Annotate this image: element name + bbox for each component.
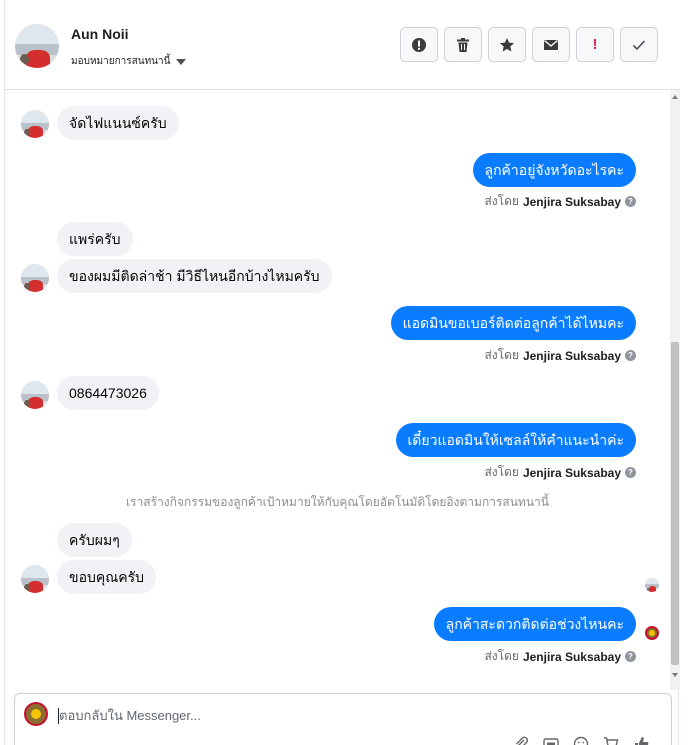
scroll-thumb[interactable] <box>671 342 679 665</box>
assign-label: มอบหมายการสนทนานี้ <box>71 56 171 67</box>
check-icon <box>632 39 646 50</box>
gif-icon[interactable] <box>543 736 559 745</box>
sent-by-label: ส่งโดย Jenjira Suksabay ? <box>484 192 636 211</box>
mark-unread-button[interactable] <box>532 27 570 62</box>
sent-by-prefix: ส่งโดย <box>484 194 519 208</box>
page-avatar <box>24 702 48 726</box>
mail-icon <box>544 39 558 50</box>
scroll-up-arrow-icon[interactable] <box>670 90 680 104</box>
incoming-message[interactable]: ของผมมีติดล่าช้า มีวิธีไหนอีกบ้างไหมครับ <box>57 259 332 293</box>
contact-avatar-small <box>21 381 49 409</box>
app: Aun Noii มอบหมายการสนทนานี้ ! จัดไฟแนนซ์… <box>0 0 691 745</box>
incoming-message[interactable]: แพร่ครับ <box>57 222 133 256</box>
contact-name[interactable]: Aun Noii <box>71 26 129 42</box>
sent-by-agent: Jenjira Suksabay <box>522 649 621 664</box>
sent-by-agent: Jenjira Suksabay <box>522 194 621 209</box>
caret-down-icon <box>176 58 187 65</box>
seen-indicator-avatar <box>645 578 659 592</box>
reply-composer <box>14 693 672 745</box>
alert-icon <box>412 37 426 52</box>
mark-follow-up-button[interactable] <box>400 27 438 62</box>
trash-icon <box>457 37 469 52</box>
like-icon[interactable] <box>633 736 649 745</box>
conversation-header: Aun Noii มอบหมายการสนทนานี้ ! <box>5 0 680 90</box>
assign-dropdown[interactable]: มอบหมายการสนทนานี้ <box>71 54 187 69</box>
page-avatar-small <box>645 626 659 640</box>
system-notice: เราสร้างกิจกรรมของลูกค้าเป้าหมายให้กับคุ… <box>126 495 549 509</box>
mark-done-button[interactable] <box>620 27 658 62</box>
incoming-message[interactable]: จัดไฟแนนซ์ครับ <box>57 106 179 140</box>
sent-by-label: ส่งโดย Jenjira Suksabay ? <box>484 346 636 365</box>
reply-input[interactable] <box>59 708 479 723</box>
star-icon <box>499 37 515 51</box>
delete-button[interactable] <box>444 27 482 62</box>
info-icon[interactable]: ? <box>625 651 636 662</box>
emoji-icon[interactable] <box>573 736 589 745</box>
conversation-panel: Aun Noii มอบหมายการสนทนานี้ ! จัดไฟแนนซ์… <box>4 0 680 745</box>
contact-avatar-small <box>21 264 49 292</box>
scroll-down-arrow-icon[interactable] <box>670 668 680 682</box>
outgoing-message[interactable]: ลูกค้าอยู่จังหวัดอะไรคะ <box>472 153 636 187</box>
sent-by-prefix: ส่งโดย <box>484 465 519 479</box>
star-button[interactable] <box>488 27 526 62</box>
outgoing-message[interactable]: ลูกค้าสะดวกติดต่อช่วงไหนคะ <box>433 607 636 641</box>
contact-avatar-small <box>21 110 49 138</box>
sent-by-agent: Jenjira Suksabay <box>522 348 621 363</box>
sent-by-label: ส่งโดย Jenjira Suksabay ? <box>484 463 636 482</box>
info-icon[interactable]: ? <box>625 350 636 361</box>
attach-icon[interactable] <box>513 736 529 745</box>
contact-avatar-small <box>21 565 49 593</box>
composer-toolbar <box>513 736 649 745</box>
contact-avatar[interactable] <box>15 24 59 68</box>
sent-by-agent: Jenjira Suksabay <box>522 465 621 480</box>
sent-by-prefix: ส่งโดย <box>484 649 519 663</box>
spam-icon: ! <box>592 36 598 53</box>
conversation-toolbar: ! <box>400 27 658 62</box>
info-icon[interactable]: ? <box>625 196 636 207</box>
mark-spam-button[interactable]: ! <box>576 27 614 62</box>
cart-icon[interactable] <box>603 736 619 745</box>
sent-by-label: ส่งโดย Jenjira Suksabay ? <box>484 647 636 666</box>
outgoing-message[interactable]: แอดมินขอเบอร์ติดต่อลูกค้าได้ไหมคะ <box>390 306 636 340</box>
incoming-message[interactable]: ครับผมๆ <box>57 523 132 557</box>
outgoing-message[interactable]: เดี๋ยวแอดมินให้เซลล์ให้คำแนะนำค่ะ <box>395 423 636 457</box>
incoming-message[interactable]: 0864473026 <box>57 376 159 410</box>
info-icon[interactable]: ? <box>625 467 636 478</box>
incoming-message[interactable]: ขอบคุณครับ <box>57 560 156 594</box>
sent-by-prefix: ส่งโดย <box>484 348 519 362</box>
